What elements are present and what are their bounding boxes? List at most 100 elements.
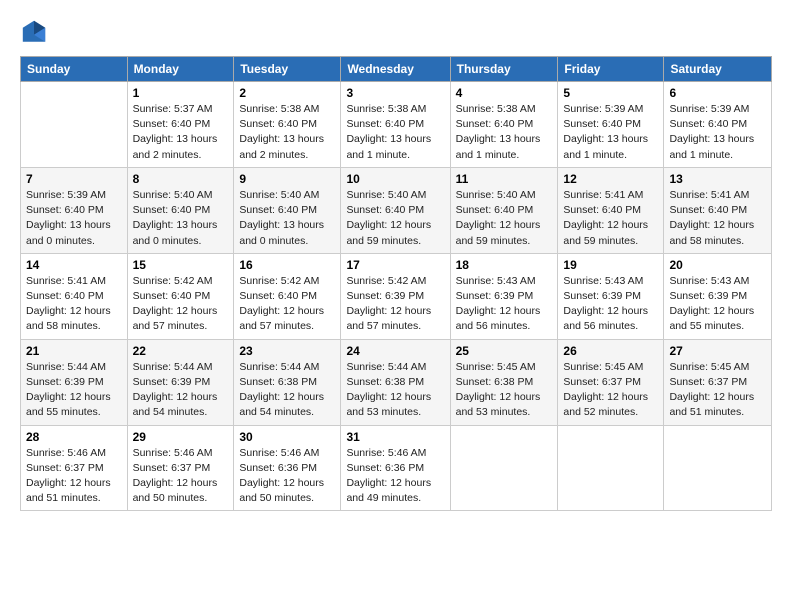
calendar-cell: 14Sunrise: 5:41 AMSunset: 6:40 PMDayligh… — [21, 253, 128, 339]
calendar-cell: 4 Sunrise: 5:38 AMSunset: 6:40 PMDaylight… — [450, 82, 558, 168]
day-number: 7 — [26, 172, 122, 186]
day-number: 11 — [456, 172, 553, 186]
calendar-cell: 16 Sunrise: 5:42 AMSunset: 6:40 PMDayligh… — [234, 253, 341, 339]
calendar-cell: 27 Sunrise: 5:45 AMSunset: 6:37 PMDayligh… — [664, 339, 772, 425]
day-detail: Sunrise: 5:46 AMSunset: 6:36 PMDaylight:… — [346, 446, 444, 507]
day-detail: Sunrise: 5:39 AMSunset: 6:40 PMDaylight:… — [563, 102, 658, 163]
day-detail: Sunrise: 5:37 AMSunset: 6:40 PMDaylight:… — [133, 102, 229, 163]
day-number: 24 — [346, 344, 444, 358]
calendar-cell: 11 Sunrise: 5:40 AMSunset: 6:40 PMDayligh… — [450, 167, 558, 253]
calendar-cell: 5 Sunrise: 5:39 AMSunset: 6:40 PMDaylight… — [558, 82, 664, 168]
calendar-cell: 31 Sunrise: 5:46 AMSunset: 6:36 PMDayligh… — [341, 425, 450, 511]
calendar-cell: 12Sunrise: 5:41 AMSunset: 6:40 PMDayligh… — [558, 167, 664, 253]
day-number: 8 — [133, 172, 229, 186]
calendar-cell: 28 Sunrise: 5:46 AMSunset: 6:37 PMDayligh… — [21, 425, 128, 511]
day-number: 9 — [239, 172, 335, 186]
day-number: 30 — [239, 430, 335, 444]
day-detail: Sunrise: 5:40 AMSunset: 6:40 PMDaylight:… — [456, 188, 553, 249]
day-number: 17 — [346, 258, 444, 272]
day-detail: Sunrise: 5:42 AMSunset: 6:40 PMDaylight:… — [239, 274, 335, 335]
calendar-cell: 21Sunrise: 5:44 AMSunset: 6:39 PMDayligh… — [21, 339, 128, 425]
page: SundayMondayTuesdayWednesdayThursdayFrid… — [0, 0, 792, 523]
day-number: 25 — [456, 344, 553, 358]
day-number: 6 — [669, 86, 766, 100]
calendar-cell: 17Sunrise: 5:42 AMSunset: 6:39 PMDayligh… — [341, 253, 450, 339]
day-detail: Sunrise: 5:40 AMSunset: 6:40 PMDaylight:… — [239, 188, 335, 249]
calendar-cell — [21, 82, 128, 168]
calendar-cell — [450, 425, 558, 511]
day-detail: Sunrise: 5:44 AMSunset: 6:38 PMDaylight:… — [346, 360, 444, 421]
calendar-cell — [664, 425, 772, 511]
day-detail: Sunrise: 5:44 AMSunset: 6:38 PMDaylight:… — [239, 360, 335, 421]
day-detail: Sunrise: 5:43 AMSunset: 6:39 PMDaylight:… — [669, 274, 766, 335]
calendar-cell: 9 Sunrise: 5:40 AMSunset: 6:40 PMDaylight… — [234, 167, 341, 253]
calendar-cell — [558, 425, 664, 511]
day-number: 1 — [133, 86, 229, 100]
day-detail: Sunrise: 5:41 AMSunset: 6:40 PMDaylight:… — [563, 188, 658, 249]
calendar-cell: 24 Sunrise: 5:44 AMSunset: 6:38 PMDayligh… — [341, 339, 450, 425]
day-number: 23 — [239, 344, 335, 358]
day-number: 19 — [563, 258, 658, 272]
calendar-cell: 18Sunrise: 5:43 AMSunset: 6:39 PMDayligh… — [450, 253, 558, 339]
day-detail: Sunrise: 5:44 AMSunset: 6:39 PMDaylight:… — [26, 360, 122, 421]
day-number: 13 — [669, 172, 766, 186]
weekday-header-wednesday: Wednesday — [341, 57, 450, 82]
header — [20, 18, 772, 46]
day-number: 22 — [133, 344, 229, 358]
day-number: 28 — [26, 430, 122, 444]
day-detail: Sunrise: 5:46 AMSunset: 6:37 PMDaylight:… — [26, 446, 122, 507]
day-detail: Sunrise: 5:44 AMSunset: 6:39 PMDaylight:… — [133, 360, 229, 421]
calendar-week-1: 1 Sunrise: 5:37 AMSunset: 6:40 PMDaylight… — [21, 82, 772, 168]
day-detail: Sunrise: 5:38 AMSunset: 6:40 PMDaylight:… — [456, 102, 553, 163]
calendar-cell: 22 Sunrise: 5:44 AMSunset: 6:39 PMDayligh… — [127, 339, 234, 425]
day-number: 4 — [456, 86, 553, 100]
calendar-cell: 1 Sunrise: 5:37 AMSunset: 6:40 PMDaylight… — [127, 82, 234, 168]
calendar-cell: 29 Sunrise: 5:46 AMSunset: 6:37 PMDayligh… — [127, 425, 234, 511]
day-number: 26 — [563, 344, 658, 358]
day-number: 29 — [133, 430, 229, 444]
calendar-cell: 26Sunrise: 5:45 AMSunset: 6:37 PMDayligh… — [558, 339, 664, 425]
calendar-week-5: 28 Sunrise: 5:46 AMSunset: 6:37 PMDayligh… — [21, 425, 772, 511]
calendar-week-3: 14Sunrise: 5:41 AMSunset: 6:40 PMDayligh… — [21, 253, 772, 339]
day-number: 3 — [346, 86, 444, 100]
calendar-cell: 6 Sunrise: 5:39 AMSunset: 6:40 PMDaylight… — [664, 82, 772, 168]
calendar-week-4: 21Sunrise: 5:44 AMSunset: 6:39 PMDayligh… — [21, 339, 772, 425]
day-detail: Sunrise: 5:38 AMSunset: 6:40 PMDaylight:… — [346, 102, 444, 163]
day-number: 31 — [346, 430, 444, 444]
weekday-header-row: SundayMondayTuesdayWednesdayThursdayFrid… — [21, 57, 772, 82]
day-detail: Sunrise: 5:43 AMSunset: 6:39 PMDaylight:… — [456, 274, 553, 335]
calendar-cell: 30Sunrise: 5:46 AMSunset: 6:36 PMDayligh… — [234, 425, 341, 511]
day-detail: Sunrise: 5:40 AMSunset: 6:40 PMDaylight:… — [346, 188, 444, 249]
calendar-table: SundayMondayTuesdayWednesdayThursdayFrid… — [20, 56, 772, 511]
calendar-cell: 3 Sunrise: 5:38 AMSunset: 6:40 PMDaylight… — [341, 82, 450, 168]
day-detail: Sunrise: 5:42 AMSunset: 6:40 PMDaylight:… — [133, 274, 229, 335]
calendar-week-2: 7 Sunrise: 5:39 AMSunset: 6:40 PMDaylight… — [21, 167, 772, 253]
weekday-header-tuesday: Tuesday — [234, 57, 341, 82]
day-detail: Sunrise: 5:46 AMSunset: 6:37 PMDaylight:… — [133, 446, 229, 507]
day-detail: Sunrise: 5:45 AMSunset: 6:37 PMDaylight:… — [669, 360, 766, 421]
day-number: 14 — [26, 258, 122, 272]
weekday-header-sunday: Sunday — [21, 57, 128, 82]
calendar-cell: 10 Sunrise: 5:40 AMSunset: 6:40 PMDayligh… — [341, 167, 450, 253]
calendar-cell: 15Sunrise: 5:42 AMSunset: 6:40 PMDayligh… — [127, 253, 234, 339]
weekday-header-thursday: Thursday — [450, 57, 558, 82]
calendar-cell: 13Sunrise: 5:41 AMSunset: 6:40 PMDayligh… — [664, 167, 772, 253]
calendar-cell: 25 Sunrise: 5:45 AMSunset: 6:38 PMDayligh… — [450, 339, 558, 425]
day-number: 5 — [563, 86, 658, 100]
calendar-cell: 2Sunrise: 5:38 AMSunset: 6:40 PMDaylight… — [234, 82, 341, 168]
logo — [20, 18, 50, 46]
calendar-cell: 23 Sunrise: 5:44 AMSunset: 6:38 PMDayligh… — [234, 339, 341, 425]
day-detail: Sunrise: 5:38 AMSunset: 6:40 PMDaylight:… — [239, 102, 335, 163]
logo-icon — [20, 18, 48, 46]
day-number: 27 — [669, 344, 766, 358]
day-number: 10 — [346, 172, 444, 186]
calendar-cell: 8Sunrise: 5:40 AMSunset: 6:40 PMDaylight… — [127, 167, 234, 253]
day-number: 20 — [669, 258, 766, 272]
day-detail: Sunrise: 5:43 AMSunset: 6:39 PMDaylight:… — [563, 274, 658, 335]
day-detail: Sunrise: 5:39 AMSunset: 6:40 PMDaylight:… — [669, 102, 766, 163]
day-detail: Sunrise: 5:45 AMSunset: 6:38 PMDaylight:… — [456, 360, 553, 421]
weekday-header-monday: Monday — [127, 57, 234, 82]
day-detail: Sunrise: 5:39 AMSunset: 6:40 PMDaylight:… — [26, 188, 122, 249]
day-number: 16 — [239, 258, 335, 272]
weekday-header-saturday: Saturday — [664, 57, 772, 82]
